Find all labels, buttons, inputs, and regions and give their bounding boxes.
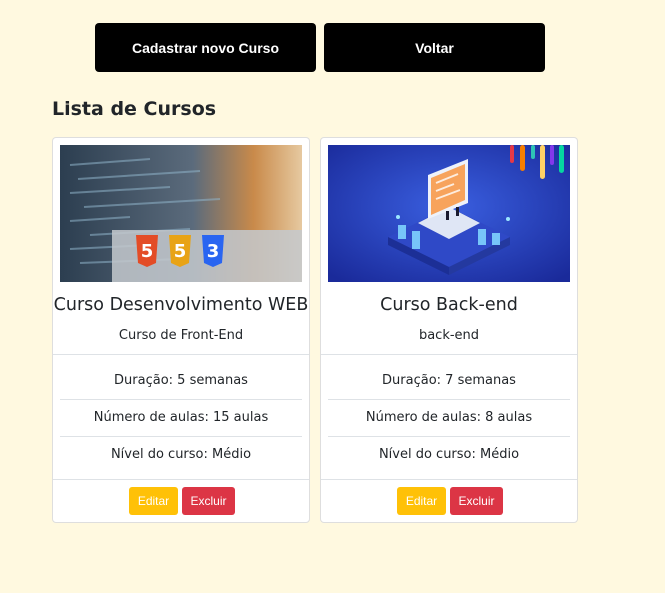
delete-button[interactable]: Excluir bbox=[450, 487, 503, 515]
course-level: Nível do curso: Médio bbox=[378, 447, 520, 462]
delete-button[interactable]: Excluir bbox=[182, 487, 235, 515]
course-duration: Duração: 5 semanas bbox=[114, 373, 248, 388]
edit-button[interactable]: Editar bbox=[397, 487, 446, 515]
edit-button[interactable]: Editar bbox=[129, 487, 178, 515]
divider bbox=[321, 479, 577, 480]
course-duration: Duração: 7 semanas bbox=[382, 373, 516, 388]
course-title: Curso Desenvolvimento WEB bbox=[53, 295, 309, 315]
course-title: Curso Back-end bbox=[380, 295, 518, 315]
back-button[interactable]: Voltar bbox=[324, 23, 545, 72]
divider bbox=[53, 479, 309, 480]
divider bbox=[53, 354, 309, 355]
divider bbox=[321, 354, 577, 355]
course-lessons: Número de aulas: 8 aulas bbox=[365, 410, 533, 425]
svg-text:5: 5 bbox=[141, 241, 154, 262]
course-subtitle: Curso de Front-End bbox=[118, 328, 244, 343]
course-image bbox=[328, 145, 570, 282]
course-card: 5 5 3 Curso Desenvolvimento WEB Curso de… bbox=[52, 137, 310, 523]
course-subtitle: back-end bbox=[418, 328, 480, 343]
svg-text:5: 5 bbox=[174, 241, 187, 262]
new-course-button[interactable]: Cadastrar novo Curso bbox=[95, 23, 316, 72]
course-card: Curso Back-end back-end Duração: 7 seman… bbox=[320, 137, 578, 523]
page-title: Lista de Cursos bbox=[52, 98, 217, 120]
course-image: 5 5 3 bbox=[60, 145, 302, 282]
course-lessons: Número de aulas: 15 aulas bbox=[93, 410, 269, 425]
course-level: Nível do curso: Médio bbox=[110, 447, 252, 462]
svg-text:3: 3 bbox=[207, 241, 220, 262]
